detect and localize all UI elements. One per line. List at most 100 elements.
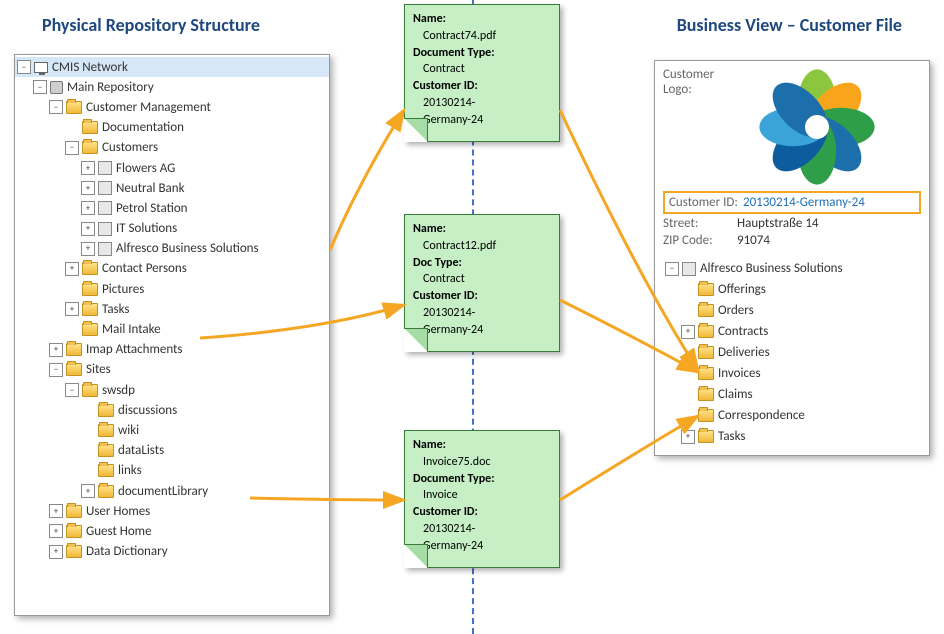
doc-custid: Germany-24	[413, 538, 551, 555]
repository-tree: −CMIS Network −Main Repository −Customer…	[14, 54, 330, 616]
tree-customers[interactable]: − Customers	[15, 138, 329, 158]
folder-icon	[698, 367, 714, 380]
tree-swsdp[interactable]: −swsdp	[15, 380, 329, 400]
street-field: Street: Hauptstraße 14	[663, 216, 921, 231]
tree-label: Sites	[86, 362, 111, 377]
street-value: Hauptstraße 14	[737, 216, 819, 231]
doc-name-label: Name:	[413, 222, 446, 236]
tree-guest-home[interactable]: + Guest Home	[15, 521, 329, 541]
expand-icon[interactable]: +	[49, 504, 63, 518]
biz-tree-root[interactable]: −Alfresco Business Solutions	[663, 258, 921, 279]
doc-custid: Germany-24	[413, 322, 551, 339]
folder-icon	[98, 444, 114, 457]
expand-icon[interactable]: +	[65, 262, 79, 276]
folder-icon	[698, 304, 714, 317]
tree-datalists[interactable]: dataLists	[15, 441, 329, 461]
expand-icon[interactable]: +	[49, 545, 63, 559]
collapse-icon[interactable]: −	[65, 383, 79, 397]
customer-id-highlight: Customer ID: 20130214-Germany-24	[663, 191, 921, 214]
tree-mail-intake[interactable]: Mail Intake	[15, 319, 329, 339]
folder-icon	[66, 101, 82, 114]
biz-tree-claims[interactable]: Claims	[663, 384, 921, 405]
collapse-icon[interactable]: −	[33, 80, 47, 94]
tree-imap[interactable]: + Imap Attachments	[15, 340, 329, 360]
expand-icon[interactable]: +	[681, 430, 695, 444]
expand-icon[interactable]: +	[81, 161, 95, 175]
zip-value: 91074	[737, 233, 770, 248]
biz-tree-contracts[interactable]: +Contracts	[663, 321, 921, 342]
tree-it-solutions[interactable]: + IT Solutions	[15, 219, 329, 239]
tree-label: Alfresco Business Solutions	[116, 241, 259, 256]
folder-icon	[698, 325, 714, 338]
expand-icon[interactable]: +	[81, 201, 95, 215]
tree-wiki[interactable]: wiki	[15, 420, 329, 440]
collapse-icon[interactable]: −	[49, 100, 63, 114]
doc-type-label: Document Type:	[413, 472, 495, 486]
tree-label: Petrol Station	[116, 201, 188, 216]
doc-type: Contract	[413, 61, 551, 78]
folder-icon	[98, 424, 114, 437]
tree-documentlibrary[interactable]: +documentLibrary	[15, 481, 329, 501]
tree-label: Correspondence	[718, 408, 805, 423]
folder-icon	[698, 430, 714, 443]
tree-label: Contact Persons	[102, 261, 187, 276]
tree-documentation[interactable]: Documentation	[15, 118, 329, 138]
tree-label: Pictures	[102, 282, 144, 297]
file-icon	[98, 242, 112, 256]
tree-flowers-ag[interactable]: +Flowers AG	[15, 158, 329, 178]
doc-card-invoice75: Name: Invoice75.doc Document Type: Invoi…	[404, 430, 560, 568]
biz-tree-tasks[interactable]: +Tasks	[663, 426, 921, 447]
tree-pictures[interactable]: Pictures	[15, 279, 329, 299]
folder-icon	[82, 384, 98, 397]
tree-root-cmis[interactable]: − CMIS Network	[15, 57, 329, 77]
folder-icon	[82, 303, 98, 316]
collapse-icon[interactable]: −	[665, 262, 679, 276]
doc-custid-label: Customer ID:	[413, 505, 478, 519]
tree-user-homes[interactable]: +User Homes	[15, 501, 329, 521]
tree-tasks[interactable]: + Tasks	[15, 299, 329, 319]
tree-links[interactable]: links	[15, 461, 329, 481]
expand-icon[interactable]: +	[81, 242, 95, 256]
customer-id-label: Customer ID:	[669, 195, 743, 210]
tree-label: Tasks	[102, 302, 130, 317]
tree-discussions[interactable]: discussions	[15, 400, 329, 420]
folder-icon	[98, 485, 114, 498]
expand-icon[interactable]: +	[81, 222, 95, 236]
tree-main-repo[interactable]: −Main Repository	[15, 77, 329, 97]
folder-icon	[66, 363, 82, 376]
tree-neutral-bank[interactable]: +Neutral Bank	[15, 178, 329, 198]
expand-icon[interactable]: +	[49, 343, 63, 357]
tree-contact-persons[interactable]: + Contact Persons	[15, 259, 329, 279]
disk-icon	[50, 81, 63, 94]
biz-tree-deliveries[interactable]: Deliveries	[663, 342, 921, 363]
folder-icon	[66, 505, 82, 518]
collapse-icon[interactable]: −	[65, 141, 79, 155]
biz-tree-orders[interactable]: Orders	[663, 300, 921, 321]
file-icon	[98, 161, 112, 175]
expand-icon[interactable]: +	[81, 181, 95, 195]
biz-tree-offerings[interactable]: Offerings	[663, 279, 921, 300]
tree-label: CMIS Network	[52, 60, 128, 75]
biz-tree-invoices[interactable]: Invoices	[663, 363, 921, 384]
tree-label: Customers	[102, 140, 158, 155]
biz-tree-correspondence[interactable]: Correspondence	[663, 405, 921, 426]
doc-custid: 20130214-	[413, 95, 551, 112]
tree-label: Guest Home	[86, 524, 152, 539]
expand-icon[interactable]: +	[65, 302, 79, 316]
tree-data-dictionary[interactable]: +Data Dictionary	[15, 542, 329, 562]
collapse-icon[interactable]: −	[17, 60, 31, 74]
tree-petrol-station[interactable]: + Petrol Station	[15, 198, 329, 218]
collapse-icon[interactable]: −	[49, 363, 63, 377]
tree-alfresco-biz-solutions[interactable]: + Alfresco Business Solutions	[15, 239, 329, 259]
tree-customer-mgmt[interactable]: −Customer Management	[15, 97, 329, 117]
expand-icon[interactable]: +	[681, 325, 695, 339]
doc-card-contract74: Name: Contract74.pdf Document Type: Cont…	[404, 4, 560, 142]
tree-label: Offerings	[718, 282, 766, 297]
tree-label: Imap Attachments	[86, 342, 183, 357]
tree-label: IT Solutions	[116, 221, 177, 236]
expand-icon[interactable]: +	[49, 524, 63, 538]
folder-icon	[98, 404, 114, 417]
business-folder-tree: −Alfresco Business Solutions Offerings O…	[663, 258, 921, 447]
expand-icon[interactable]: +	[81, 484, 95, 498]
tree-sites[interactable]: − Sites	[15, 360, 329, 380]
